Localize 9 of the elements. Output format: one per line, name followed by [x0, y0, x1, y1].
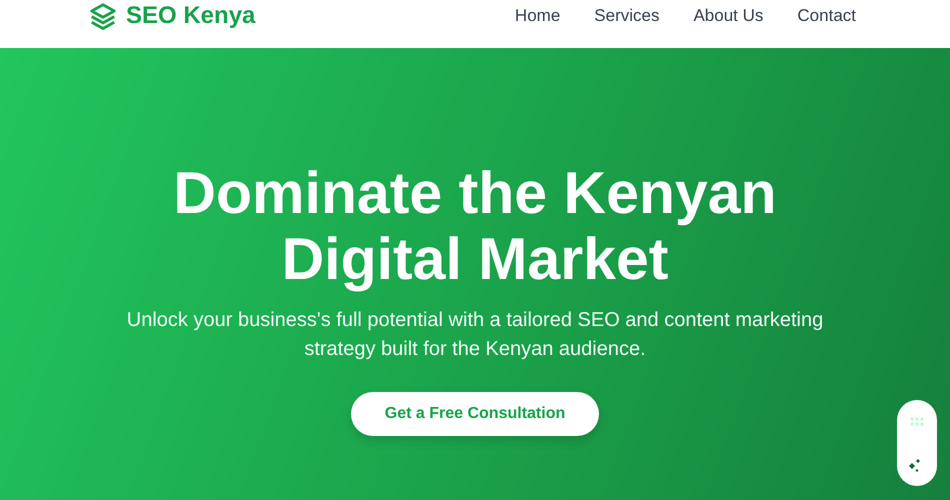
layers-icon [88, 0, 118, 30]
nav-link[interactable]: About Us [693, 6, 764, 26]
hero-subtitle: Unlock your business's full potential with a tailored SEO and content marketing strategy built for the Kenyan audience. [126, 308, 824, 362]
nav-link[interactable]: Services [594, 6, 660, 26]
nav-link[interactable]: Home [514, 6, 560, 26]
floating-widget[interactable] [897, 400, 937, 486]
sparkle-icon[interactable] [907, 458, 923, 474]
nav-link[interactable]: Contact [797, 6, 856, 26]
hero-title: Dominate the Kenyan Digital Market [172, 160, 778, 292]
